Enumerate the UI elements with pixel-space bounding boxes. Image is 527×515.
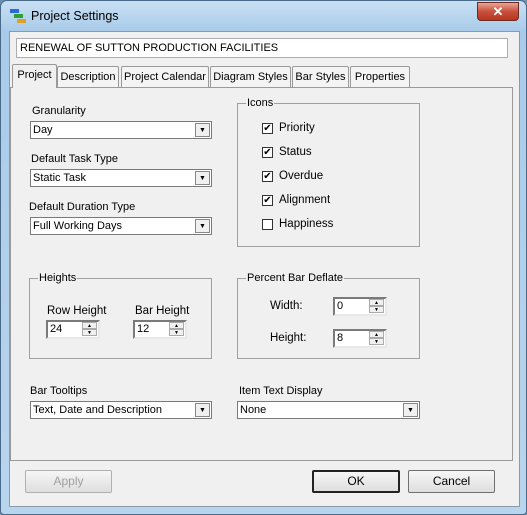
spin-down-icon[interactable]: ▼ <box>169 329 184 336</box>
deflate-height-value: 8 <box>337 332 344 344</box>
bar-height-spinner[interactable]: 12 ▲ ▼ <box>133 320 187 339</box>
gantt-icon <box>10 9 26 23</box>
close-button[interactable]: ✕ <box>477 2 519 21</box>
bar-height-value: 12 <box>137 323 150 335</box>
checkbox-label: Status <box>279 146 312 158</box>
chevron-down-icon[interactable]: ▼ <box>403 403 418 417</box>
chevron-down-icon[interactable]: ▼ <box>195 171 210 185</box>
checkbox-overdue[interactable]: ✔ <box>262 171 273 182</box>
default-task-type-value: Static Task <box>33 172 86 184</box>
checkmark-icon: ✔ <box>263 147 272 158</box>
checkmark-icon: ✔ <box>263 171 272 182</box>
default-task-type-select[interactable]: Static Task ▼ <box>30 169 212 187</box>
granularity-label: Granularity <box>32 105 86 117</box>
spin-up-icon[interactable]: ▲ <box>369 331 384 338</box>
chevron-down-icon[interactable]: ▼ <box>195 219 210 233</box>
spin-down-icon[interactable]: ▼ <box>369 306 384 313</box>
checkbox-alignment[interactable]: ✔ <box>262 195 273 206</box>
percent-bar-deflate-group: Percent Bar Deflate <box>237 272 420 359</box>
bar-tooltips-label: Bar Tooltips <box>30 385 88 397</box>
bar-tooltips-value: Text, Date and Description <box>33 404 163 416</box>
percent-bar-deflate-label: Percent Bar Deflate <box>246 272 344 284</box>
checkmark-icon: ✔ <box>263 123 272 134</box>
item-text-display-label: Item Text Display <box>239 385 323 397</box>
bar-height-label: Bar Height <box>135 305 190 317</box>
checkbox-happiness[interactable] <box>262 219 273 230</box>
deflate-height-spinner[interactable]: 8 ▲ ▼ <box>333 329 387 348</box>
default-duration-type-select[interactable]: Full Working Days ▼ <box>30 217 212 235</box>
deflate-width-label: Width: <box>270 300 303 312</box>
row-height-value: 24 <box>50 323 63 335</box>
checkbox-priority[interactable]: ✔ <box>262 123 273 134</box>
heights-group: Heights <box>29 272 212 359</box>
deflate-width-spinner[interactable]: 0 ▲ ▼ <box>333 297 387 316</box>
spin-up-icon[interactable]: ▲ <box>169 322 184 329</box>
heights-group-label: Heights <box>38 272 78 284</box>
default-duration-type-label: Default Duration Type <box>29 201 136 213</box>
tab-diagram-styles[interactable]: Diagram Styles <box>210 66 291 87</box>
spin-up-icon[interactable]: ▲ <box>82 322 97 329</box>
spin-down-icon[interactable]: ▼ <box>369 338 384 345</box>
checkbox-status[interactable]: ✔ <box>262 147 273 158</box>
window-title: Project Settings <box>31 9 119 23</box>
granularity-select[interactable]: Day ▼ <box>30 121 212 139</box>
icons-group-label: Icons <box>246 97 275 109</box>
tab-description[interactable]: Description <box>57 66 119 87</box>
ok-button[interactable]: OK <box>312 470 400 493</box>
project-name-input[interactable]: RENEWAL OF SUTTON PRODUCTION FACILITIES <box>16 38 508 58</box>
tab-properties[interactable]: Properties <box>350 66 410 87</box>
deflate-width-value: 0 <box>337 300 344 312</box>
tab-bar-styles[interactable]: Bar Styles <box>292 66 349 87</box>
cancel-button[interactable]: Cancel <box>408 470 495 493</box>
checkbox-label: Happiness <box>279 218 334 230</box>
row-height-label: Row Height <box>47 305 107 317</box>
spin-up-icon[interactable]: ▲ <box>369 299 384 306</box>
item-text-display-value: None <box>240 404 267 416</box>
tab-project[interactable]: Project <box>12 64 57 88</box>
checkbox-label: Priority <box>279 122 315 134</box>
apply-button[interactable]: Apply <box>25 470 112 493</box>
chevron-down-icon[interactable]: ▼ <box>195 123 210 137</box>
checkbox-label: Overdue <box>279 170 324 182</box>
checkmark-icon: ✔ <box>263 195 272 206</box>
close-icon: ✕ <box>492 4 504 19</box>
default-duration-type-value: Full Working Days <box>33 220 123 232</box>
chevron-down-icon[interactable]: ▼ <box>195 403 210 417</box>
tab-project-calendar[interactable]: Project Calendar <box>121 66 209 87</box>
checkbox-label: Alignment <box>279 194 331 206</box>
spin-down-icon[interactable]: ▼ <box>82 329 97 336</box>
deflate-height-label: Height: <box>270 332 307 344</box>
row-height-spinner[interactable]: 24 ▲ ▼ <box>46 320 100 339</box>
bar-tooltips-select[interactable]: Text, Date and Description ▼ <box>30 401 212 419</box>
granularity-value: Day <box>33 124 53 136</box>
item-text-display-select[interactable]: None ▼ <box>237 401 420 419</box>
default-task-type-label: Default Task Type <box>31 153 119 165</box>
